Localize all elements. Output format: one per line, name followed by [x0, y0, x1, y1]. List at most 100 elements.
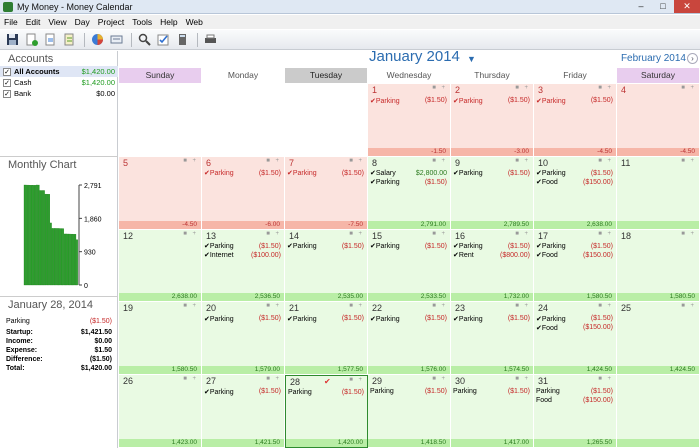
- day-note-icon[interactable]: ■ +: [349, 377, 364, 383]
- day-note-icon[interactable]: ■ +: [432, 158, 447, 164]
- day-cell[interactable]: 1 ■ + ✔Parking ($1.50) -1.50: [368, 84, 451, 157]
- day-note-icon[interactable]: ■ +: [598, 376, 613, 382]
- transaction-item[interactable]: ✔Parking ($1.50): [370, 96, 447, 105]
- account-row[interactable]: ✓ All Accounts $1,420.00: [0, 66, 118, 77]
- day-note-icon[interactable]: ■ +: [349, 303, 364, 309]
- transaction-item[interactable]: ✔Parking ($1.50): [370, 314, 447, 323]
- next-month-link[interactable]: February 2014: [621, 53, 686, 64]
- day-note-icon[interactable]: ■ +: [432, 85, 447, 91]
- transaction-item[interactable]: ✔Parking ($1.50): [287, 242, 364, 251]
- day-note-icon[interactable]: ■ +: [681, 231, 696, 237]
- transaction-item[interactable]: ✔Parking ($1.50): [536, 96, 613, 105]
- day-note-icon[interactable]: ■ +: [515, 376, 530, 382]
- day-cell[interactable]: 26 ■ + 1,423.00: [119, 375, 202, 448]
- account-checkbox[interactable]: ✓: [3, 89, 11, 98]
- day-note-icon[interactable]: ■ +: [432, 376, 447, 382]
- transaction-item[interactable]: ✔Salary $2,800.00: [370, 169, 447, 178]
- day-cell[interactable]: [202, 84, 285, 157]
- save-icon[interactable]: [4, 32, 20, 48]
- day-cell[interactable]: 15 ■ + ✔Parking ($1.50) 2,533.50: [368, 229, 451, 303]
- transaction-item[interactable]: Parking ($1.50): [536, 387, 613, 396]
- day-cell[interactable]: 5 ■ + -4.50: [119, 156, 202, 230]
- transaction-item[interactable]: Parking ($1.50): [370, 387, 447, 396]
- next-month-arrow-icon[interactable]: ›: [687, 53, 698, 64]
- import-icon[interactable]: [42, 32, 58, 48]
- day-note-icon[interactable]: ■ +: [183, 231, 198, 237]
- day-note-icon[interactable]: ■ +: [183, 158, 198, 164]
- day-cell[interactable]: 23 ■ + ✔Parking ($1.50) 1,574.50: [451, 302, 534, 376]
- export-icon[interactable]: [61, 32, 77, 48]
- menu-project[interactable]: Project: [98, 17, 124, 27]
- transaction-item[interactable]: ✔Parking ($1.50): [536, 242, 613, 251]
- menu-day[interactable]: Day: [75, 17, 90, 27]
- day-note-icon[interactable]: ■ +: [598, 85, 613, 91]
- day-cell[interactable]: 18 ■ + 1,580.50: [617, 229, 700, 303]
- print-icon[interactable]: [202, 32, 218, 48]
- transaction-item[interactable]: ✔Parking ($1.50): [204, 242, 281, 251]
- transaction-item[interactable]: Food ($150.00): [536, 396, 613, 405]
- day-note-icon[interactable]: ■ +: [266, 231, 281, 237]
- day-note-icon[interactable]: ■ +: [349, 231, 364, 237]
- day-cell[interactable]: [119, 84, 202, 157]
- transaction-item[interactable]: ✔Parking ($1.50): [370, 242, 447, 251]
- day-cell[interactable]: 16 ■ + ✔Parking ($1.50) ✔Rent ($800.00) 1,732.…: [451, 229, 534, 303]
- transaction-item[interactable]: ✔Parking ($1.50): [204, 314, 281, 323]
- day-cell[interactable]: 12 ■ + 2,638.00: [119, 229, 202, 303]
- day-note-icon[interactable]: ■ +: [432, 231, 447, 237]
- maximize-button[interactable]: □: [652, 0, 674, 13]
- day-note-icon[interactable]: ■ +: [598, 231, 613, 237]
- day-note-icon[interactable]: ■ +: [681, 303, 696, 309]
- check-icon[interactable]: [155, 32, 171, 48]
- day-cell[interactable]: 19 ■ + 1,580.50: [119, 302, 202, 376]
- day-cell[interactable]: 7 ■ + ✔Parking ($1.50) -7.50: [285, 156, 368, 230]
- day-cell[interactable]: [617, 375, 700, 448]
- day-cell[interactable]: 13 ■ + ✔Parking ($1.50) ✔Internet ($100.00) 2,…: [202, 229, 285, 303]
- day-cell[interactable]: 17 ■ + ✔Parking ($1.50) ✔Food ($150.00) 1,580.…: [534, 229, 617, 303]
- day-cell[interactable]: 3 ■ + ✔Parking ($1.50) -4.50: [534, 84, 617, 157]
- day-note-icon[interactable]: ■ +: [681, 158, 696, 164]
- day-cell[interactable]: [285, 84, 368, 157]
- transaction-item[interactable]: ✔Parking ($1.50): [536, 314, 613, 323]
- day-cell[interactable]: 11 ■ +: [617, 156, 700, 230]
- account-row[interactable]: ✓ Bank $0.00: [0, 88, 118, 99]
- account-icon[interactable]: [108, 32, 124, 48]
- menu-edit[interactable]: Edit: [26, 17, 41, 27]
- day-note-icon[interactable]: ■ +: [266, 376, 281, 382]
- day-cell[interactable]: 25 ■ + 1,424.50: [617, 302, 700, 376]
- month-title[interactable]: January 2014: [369, 48, 460, 65]
- day-cell[interactable]: 21 ■ + ✔Parking ($1.50) 1,577.50: [285, 302, 368, 376]
- transaction-item[interactable]: ✔Food ($150.00): [536, 178, 613, 187]
- pie-chart-icon[interactable]: [89, 32, 105, 48]
- day-cell[interactable]: 27 ■ + ✔Parking ($1.50) 1,421.50: [202, 375, 285, 448]
- day-cell[interactable]: 20 ■ + ✔Parking ($1.50) 1,579.00: [202, 302, 285, 376]
- menu-view[interactable]: View: [48, 17, 66, 27]
- transaction-item[interactable]: ✔Parking ($1.50): [453, 169, 530, 178]
- day-note-icon[interactable]: ■ +: [515, 158, 530, 164]
- day-cell[interactable]: 31 ■ + Parking ($1.50) Food ($150.00) 1,265.50: [534, 375, 617, 448]
- day-cell[interactable]: 24 ■ + ✔Parking ($1.50) ✔Food ($150.00) 1,424.…: [534, 302, 617, 376]
- day-cell[interactable]: 29 ■ + Parking ($1.50) 1,418.50: [368, 375, 451, 448]
- day-cell[interactable]: 9 ■ + ✔Parking ($1.50) 2,789.50: [451, 156, 534, 230]
- day-cell[interactable]: 2 ■ + ✔Parking ($1.50) -3.00: [451, 84, 534, 157]
- account-checkbox[interactable]: ✓: [3, 67, 11, 76]
- day-cell[interactable]: 30 ■ + Parking ($1.50) 1,417.00: [451, 375, 534, 448]
- menu-help[interactable]: Help: [160, 17, 177, 27]
- day-note-icon[interactable]: ■ +: [349, 158, 364, 164]
- transaction-item[interactable]: ✔Food ($150.00): [536, 323, 613, 332]
- new-icon[interactable]: [23, 32, 39, 48]
- transaction-item[interactable]: ✔Parking ($1.50): [287, 169, 364, 178]
- transaction-item[interactable]: ✔Parking ($1.50): [453, 96, 530, 105]
- menu-file[interactable]: File: [4, 17, 18, 27]
- minimize-button[interactable]: –: [630, 0, 652, 13]
- day-cell[interactable]: 14 ■ + ✔Parking ($1.50) 2,535.00: [285, 229, 368, 303]
- transaction-item[interactable]: ✔Food ($150.00): [536, 251, 613, 260]
- month-dropdown-icon[interactable]: ▼: [467, 54, 476, 64]
- close-button[interactable]: ✕: [674, 0, 700, 13]
- transaction-item[interactable]: ✔Parking ($1.50): [453, 242, 530, 251]
- transaction-item[interactable]: Parking ($1.50): [453, 387, 530, 396]
- transaction-item[interactable]: ✔Parking ($1.50): [204, 387, 281, 396]
- menu-web[interactable]: Web: [186, 17, 203, 27]
- day-note-icon[interactable]: ■ +: [515, 303, 530, 309]
- day-cell[interactable]: 8 ■ + ✔Salary $2,800.00 ✔Parking ($1.50) 2,791…: [368, 156, 451, 230]
- day-cell[interactable]: 10 ■ + ✔Parking ($1.50) ✔Food ($150.00) 2,638.…: [534, 156, 617, 230]
